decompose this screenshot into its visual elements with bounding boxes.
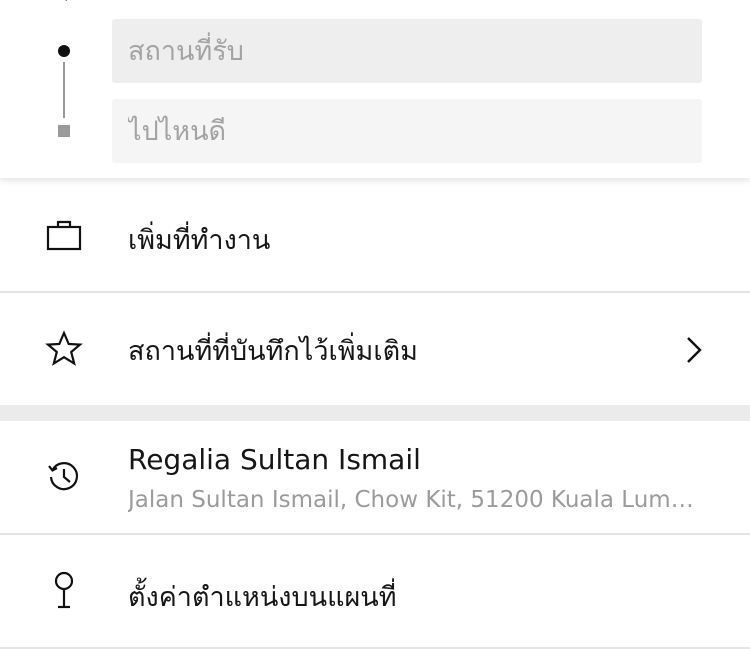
pickup-input[interactable] xyxy=(112,19,702,83)
saved-places-row[interactable]: สถานที่ที่บันทึกไว้เพิ่มเติม xyxy=(0,293,750,405)
search-panel xyxy=(0,0,750,178)
recent-location-row[interactable]: Regalia Sultan Ismail Jalan Sultan Ismai… xyxy=(0,421,750,535)
set-location-on-map-label: ตั้งค่าตำแหน่งบนแผนที่ xyxy=(128,582,397,613)
saved-places-label: สถานที่ที่บันทึกไว้เพิ่มเติม xyxy=(128,336,418,367)
add-work-row[interactable]: เพิ่มที่ทำงาน xyxy=(0,180,750,293)
star-icon xyxy=(45,330,83,366)
route-connector-line xyxy=(63,62,65,118)
add-work-label: เพิ่มที่ทำงาน xyxy=(128,225,271,256)
where-to-screen: เพิ่มที่ทำงาน สถานที่ที่บันทึกไว้เพิ่มเต… xyxy=(0,0,750,651)
destination-input[interactable] xyxy=(112,99,702,163)
section-divider xyxy=(0,405,750,421)
map-pin-icon xyxy=(54,571,74,609)
pickup-dot-icon xyxy=(58,45,70,57)
recent-location-address: Jalan Sultan Ismail, Chow Kit, 51200 Kua… xyxy=(128,487,708,513)
history-icon xyxy=(48,462,79,491)
recent-location-title: Regalia Sultan Ismail xyxy=(128,443,421,476)
destination-square-icon xyxy=(58,125,70,137)
chevron-right-icon xyxy=(687,337,702,363)
chevron-left-icon[interactable] xyxy=(56,0,72,2)
briefcase-icon xyxy=(46,220,82,251)
set-location-on-map-row[interactable]: ตั้งค่าตำแหน่งบนแผนที่ xyxy=(0,535,750,649)
